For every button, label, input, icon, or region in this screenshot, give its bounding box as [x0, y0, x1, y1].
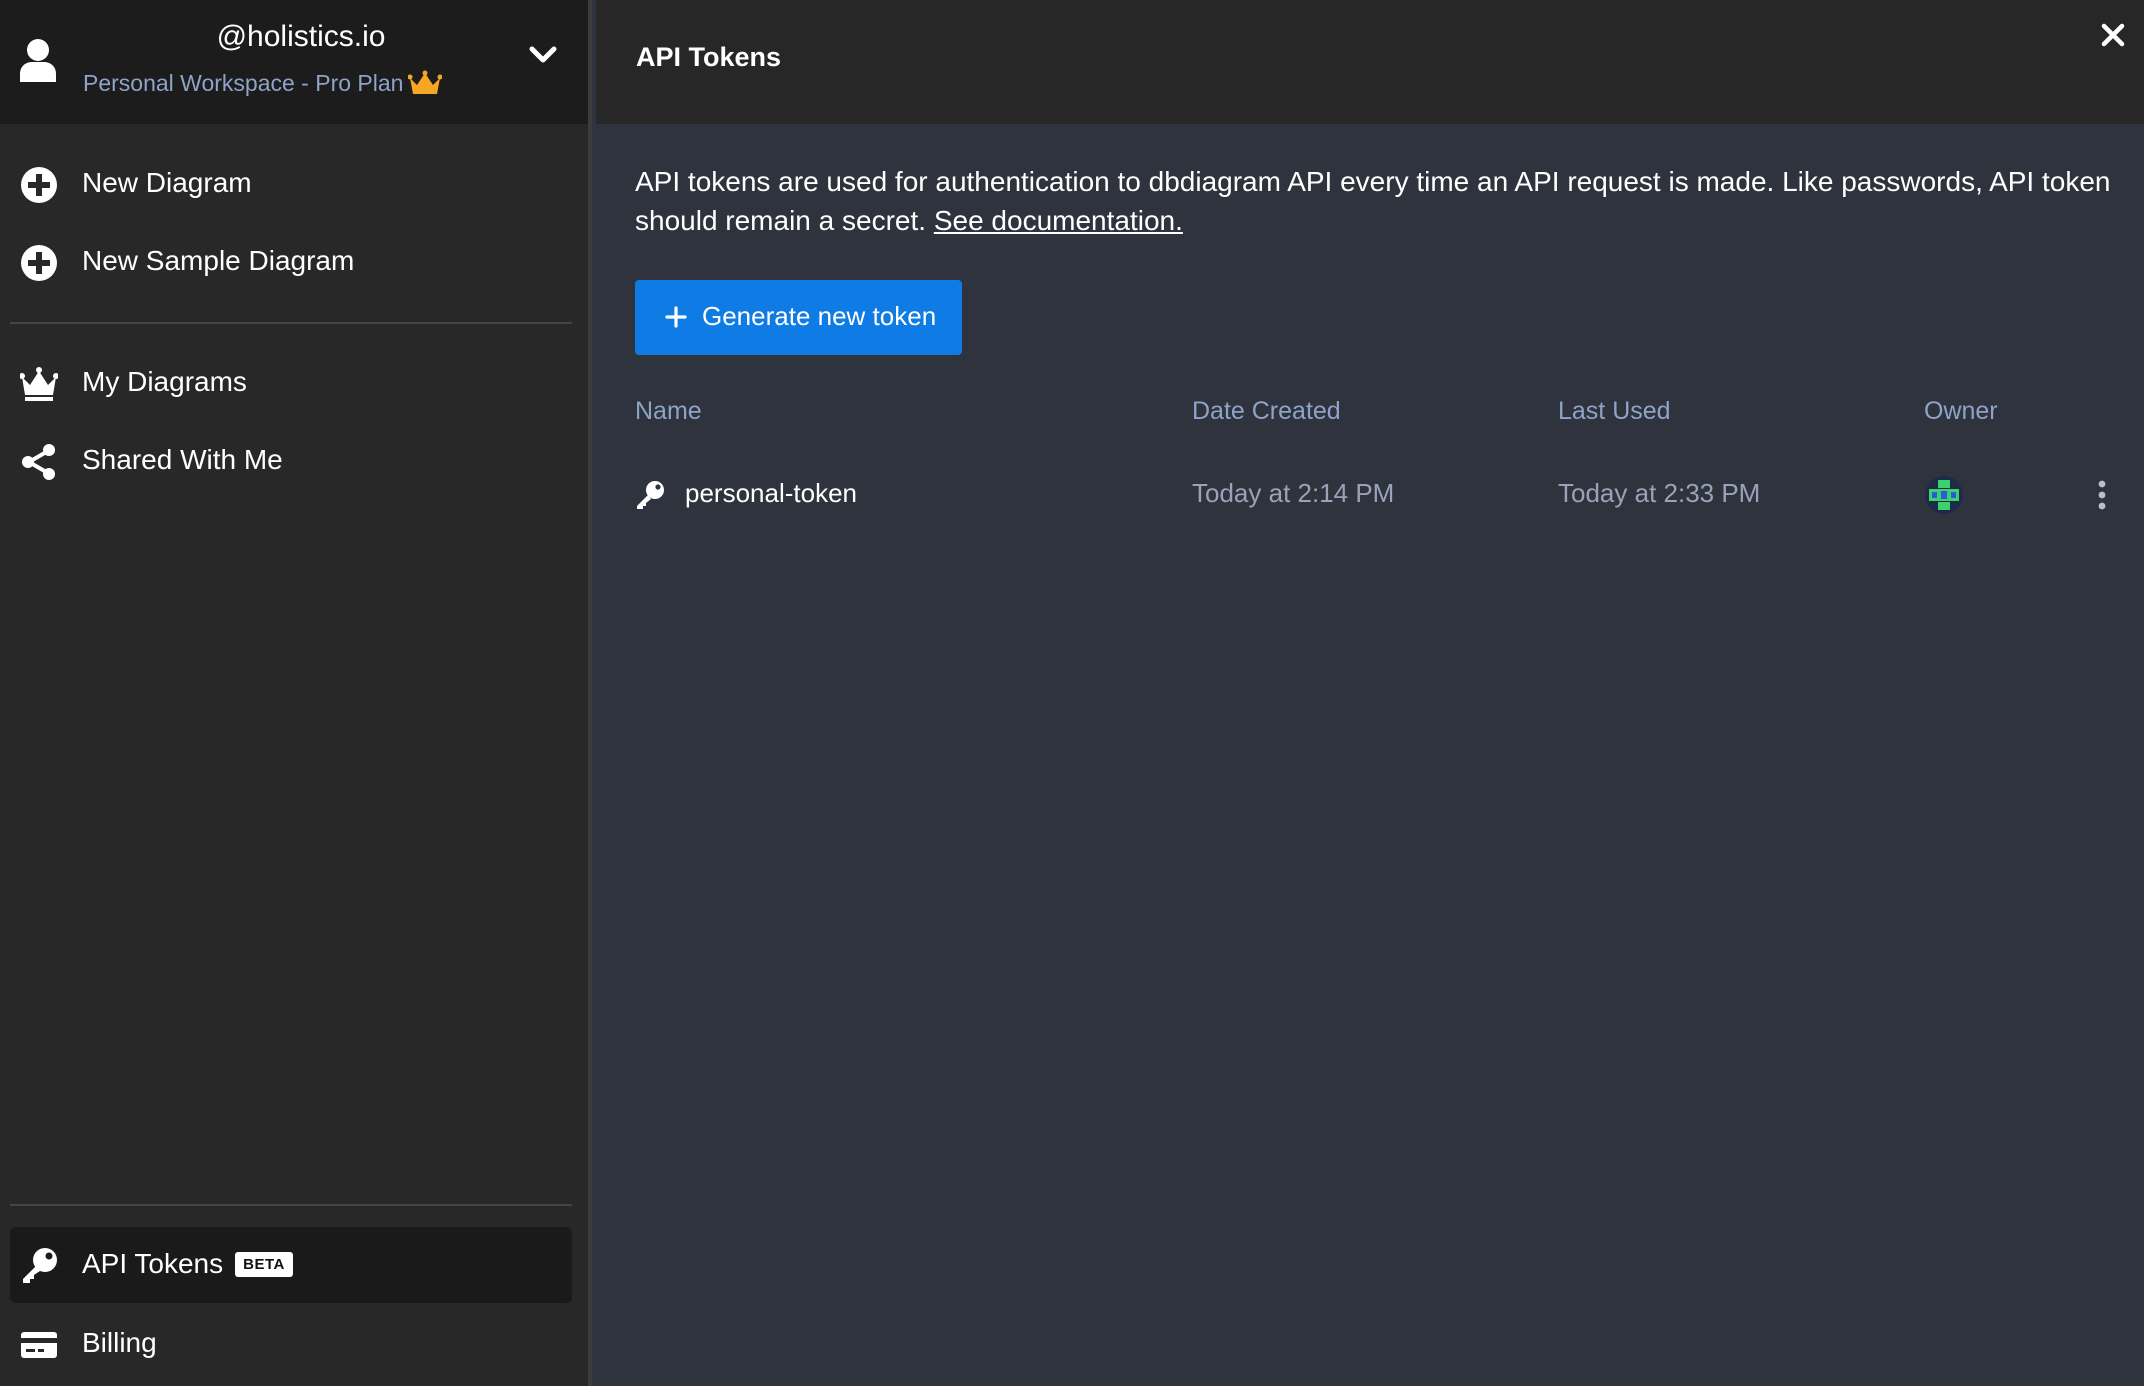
workspace-plan: Personal Workspace - Pro Plan [83, 70, 404, 96]
generate-token-label: Generate new token [702, 301, 937, 331]
page-title: API Tokens [636, 42, 782, 72]
sidebar-item-label: New Sample Diagram [82, 245, 355, 276]
owner-avatar [1925, 476, 1963, 514]
plus-circle-icon [21, 245, 57, 281]
documentation-link[interactable]: See documentation. [934, 205, 1183, 236]
key-icon [637, 481, 664, 509]
sidebar: @holistics.io Personal Workspace - Pro P… [0, 0, 592, 1386]
credit-card-icon [21, 1332, 57, 1358]
sidebar-item-label: Billing [82, 1327, 157, 1358]
workspace-switcher[interactable]: @holistics.io Personal Workspace - Pro P… [0, 0, 588, 124]
description: API tokens are used for authentication t… [635, 162, 2115, 240]
workspace-name: @holistics.io [216, 20, 386, 53]
key-icon [23, 1248, 57, 1283]
main-panel: API Tokens API tokens are used for authe… [596, 0, 2144, 1386]
column-header-name: Name [635, 397, 702, 425]
crown-icon [408, 70, 442, 94]
sidebar-item-label: New Diagram [82, 167, 252, 198]
plus-icon [665, 306, 687, 328]
column-header-date-created: Date Created [1192, 397, 1341, 425]
sidebar-item-billing[interactable]: Billing [10, 1306, 572, 1382]
token-last-used: Today at 2:33 PM [1558, 478, 1761, 508]
crown-icon [20, 367, 58, 401]
sidebar-item-label: API Tokens BETA [82, 1248, 293, 1280]
sidebar-item-new-diagram[interactable]: New Diagram [10, 146, 572, 222]
sidebar-divider [10, 322, 572, 324]
chevron-down-icon[interactable] [528, 44, 558, 66]
api-tokens-label: API Tokens [82, 1248, 224, 1279]
sidebar-item-my-diagrams[interactable]: My Diagrams [10, 345, 572, 421]
plus-circle-icon [21, 167, 57, 203]
close-icon[interactable] [2098, 20, 2128, 50]
sidebar-item-new-sample-diagram[interactable]: New Sample Diagram [10, 224, 572, 300]
sidebar-divider [10, 1204, 572, 1206]
table-row: personal-token Today at 2:14 PM Today at… [596, 460, 2144, 530]
token-date-created: Today at 2:14 PM [1192, 478, 1395, 508]
sidebar-item-label: My Diagrams [82, 366, 247, 397]
beta-badge: BETA [235, 1252, 293, 1277]
sidebar-item-api-tokens[interactable]: API Tokens BETA [10, 1227, 572, 1303]
column-header-last-used: Last Used [1558, 397, 1671, 425]
token-name: personal-token [685, 478, 857, 508]
sidebar-item-label: Shared With Me [82, 444, 283, 475]
more-options-icon[interactable] [2096, 480, 2108, 510]
sidebar-item-shared-with-me[interactable]: Shared With Me [10, 423, 572, 499]
main-header: API Tokens [596, 0, 2144, 124]
generate-token-button[interactable]: Generate new token [635, 280, 962, 355]
share-icon [22, 444, 55, 480]
column-header-owner: Owner [1924, 397, 1998, 425]
description-text: API tokens are used for authentication t… [635, 166, 2111, 236]
